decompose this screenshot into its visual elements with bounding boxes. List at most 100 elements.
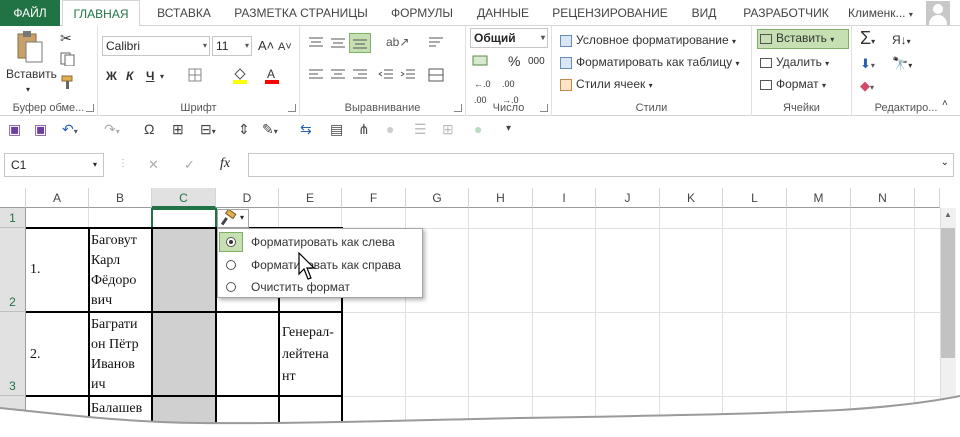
save-as-icon[interactable]: ▣ — [34, 121, 47, 137]
align-right-icon[interactable] — [352, 68, 368, 86]
pen-color-icon[interactable]: ✎▾ — [262, 121, 278, 140]
cell-b2-line4[interactable]: вич — [91, 290, 112, 312]
insert-cells-button[interactable]: Вставить ▾ — [757, 29, 849, 49]
row-header-3[interactable]: 3 — [0, 312, 26, 396]
cell-b2-line2[interactable]: Карл — [91, 250, 120, 272]
bold-button[interactable]: Ж — [106, 68, 117, 84]
tab-home[interactable]: ГЛАВНАЯ — [62, 0, 140, 27]
sort-icon[interactable]: ⊟▾ — [200, 121, 216, 140]
tab-view[interactable]: ВИД — [682, 0, 726, 26]
column-header-d[interactable]: D — [216, 188, 279, 208]
circle-gray-icon[interactable]: ● — [386, 121, 394, 137]
format-as-table-button[interactable]: Форматировать как таблицу ▾ — [560, 54, 740, 72]
align-bottom-icon[interactable] — [349, 33, 371, 53]
delete-cells-button[interactable]: Удалить ▾ — [760, 54, 829, 72]
enter-icon[interactable]: ✓ — [184, 157, 195, 173]
row-header-1[interactable]: 1 — [0, 208, 26, 228]
cell-a2[interactable]: 1. — [30, 259, 41, 281]
cell-b3-line2[interactable]: он Пётр — [91, 334, 139, 356]
autosum-button[interactable]: Σ▾ — [860, 29, 875, 50]
align-middle-icon[interactable] — [330, 36, 346, 54]
column-header-h[interactable]: H — [469, 188, 533, 208]
chevron-down-icon[interactable]: ▾ — [160, 69, 164, 85]
cut-icon[interactable]: ✂ — [60, 30, 72, 46]
align-left-icon[interactable] — [308, 68, 324, 86]
select-all-corner[interactable] — [0, 188, 26, 208]
column-header-j[interactable]: J — [596, 188, 660, 208]
font-launcher-icon[interactable] — [288, 104, 296, 112]
cell-e3-line2[interactable]: лейтена — [282, 344, 329, 366]
hierarchy-icon[interactable]: ⋔ — [358, 121, 370, 137]
number-format-select[interactable]: Общий ▾ — [470, 28, 548, 48]
paste-icon[interactable] — [14, 30, 44, 64]
cell-e3-line1[interactable]: Генерал- — [282, 322, 334, 344]
cancel-icon[interactable]: ✕ — [148, 157, 159, 173]
percent-button[interactable]: % — [508, 53, 520, 69]
list-icon[interactable]: ☰ — [414, 121, 427, 137]
column-header-b[interactable]: B — [89, 188, 152, 208]
tab-page-layout[interactable]: РАЗМЕТКА СТРАНИЦЫ — [226, 0, 376, 26]
clear-icon[interactable]: ◆▾ — [860, 78, 874, 96]
format-cells-button[interactable]: Формат ▾ — [760, 76, 826, 94]
document-icon[interactable]: ▤ — [330, 121, 343, 137]
scroll-up-icon[interactable]: ▲ — [944, 210, 952, 219]
scrollbar-thumb[interactable] — [941, 228, 955, 358]
cell-b2-line3[interactable]: Фёдоро — [91, 270, 136, 292]
alignment-launcher-icon[interactable] — [454, 104, 462, 112]
column-icon[interactable]: ⇆ — [300, 121, 312, 137]
cell-b4[interactable]: Балашев — [91, 398, 142, 420]
column-header-n[interactable]: N — [851, 188, 915, 208]
column-header-a[interactable]: A — [26, 188, 89, 208]
copy-icon[interactable] — [60, 52, 78, 70]
tab-file[interactable]: ФАЙЛ — [0, 0, 60, 26]
column-header-l[interactable]: L — [723, 188, 787, 208]
active-cell-c1[interactable] — [151, 208, 217, 437]
user-name[interactable]: Клименк... ▾ — [848, 0, 913, 26]
merge-center-icon[interactable] — [428, 68, 444, 86]
formula-input[interactable]: ⌄ — [248, 153, 954, 177]
italic-button[interactable]: К — [126, 68, 133, 84]
indent-increase-icon[interactable] — [400, 68, 416, 86]
tab-review[interactable]: РЕЦЕНЗИРОВАНИЕ — [546, 0, 674, 26]
borders-icon[interactable] — [188, 68, 202, 86]
wrap-text-icon[interactable] — [428, 36, 444, 54]
borders-icon[interactable]: ⊞ — [172, 121, 184, 137]
spacing-icon[interactable]: ⇕ — [238, 121, 250, 137]
tab-formulas[interactable]: ФОРМУЛЫ — [384, 0, 460, 26]
fill-color-icon[interactable] — [232, 66, 248, 88]
tab-developer[interactable]: РАЗРАБОТЧИК — [734, 0, 838, 26]
font-name-select[interactable]: Calibri ▾ — [102, 36, 210, 56]
cell-styles-button[interactable]: Стили ячеек ▾ — [560, 76, 653, 94]
circle-green-icon[interactable]: ● — [474, 121, 482, 137]
row-header-4[interactable] — [0, 396, 26, 437]
column-header-m[interactable]: M — [787, 188, 851, 208]
orientation-icon[interactable]: ab↗ — [386, 34, 409, 50]
paste-button[interactable]: Вставить — [6, 66, 57, 82]
cell-e3-line3[interactable]: нт — [282, 366, 296, 388]
column-header-f[interactable]: F — [342, 188, 406, 208]
chevron-down-icon[interactable]: ▾ — [26, 82, 30, 98]
grow-font-button[interactable]: A˄ — [258, 38, 274, 54]
customize-qat-icon[interactable]: ▾ — [506, 121, 511, 137]
omega-icon[interactable]: Ω — [144, 121, 154, 137]
insert-options-button[interactable]: ▾ — [217, 209, 249, 228]
align-top-icon[interactable] — [308, 36, 324, 54]
insert-function-icon[interactable]: fx — [220, 156, 230, 172]
font-color-icon[interactable]: A — [264, 66, 280, 88]
underline-button[interactable]: Ч — [146, 68, 154, 84]
indent-decrease-icon[interactable] — [378, 68, 394, 86]
name-box[interactable]: C1 ▾ — [4, 153, 104, 177]
redo-icon[interactable]: ↷▾ — [104, 121, 120, 140]
grid-icon[interactable]: ⊞ — [442, 121, 454, 137]
row-header-2[interactable]: 2 — [0, 228, 26, 312]
cell-b3-line1[interactable]: Баграти — [91, 314, 137, 336]
cell-b3-line4[interactable]: ич — [91, 374, 106, 396]
tab-insert[interactable]: ВСТАВКА — [148, 0, 220, 26]
find-select-icon[interactable]: 🔭▾ — [892, 56, 912, 74]
tab-data[interactable]: ДАННЫЕ — [468, 0, 538, 26]
cell-b2-line1[interactable]: Баговут — [91, 230, 137, 252]
column-header-c[interactable]: C — [152, 188, 216, 208]
menu-item-clear-format[interactable]: Очистить формат — [218, 276, 422, 298]
menu-item-format-left[interactable]: Форматировать как слева — [218, 231, 422, 253]
clipboard-launcher-icon[interactable] — [86, 104, 94, 112]
